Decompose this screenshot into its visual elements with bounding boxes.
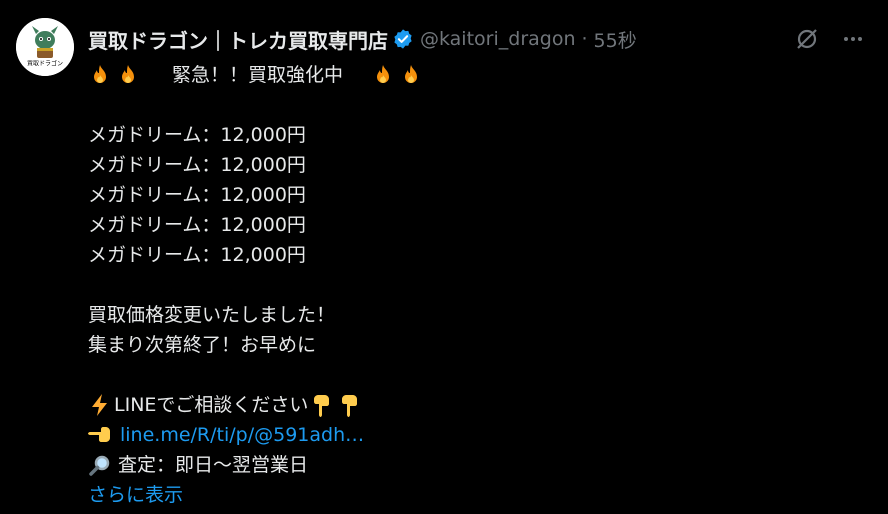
pointing-down-icon <box>314 395 330 417</box>
tweet-text: 緊急！！買取強化中 メガドリーム：12,000円 メガドリーム：12,000円 … <box>88 60 848 510</box>
assessment-line: 査定：即日〜翌営業日 <box>88 450 848 480</box>
lightning-icon <box>92 394 107 416</box>
more-icon[interactable] <box>838 24 868 54</box>
avatar[interactable]: 買取ドラゴン <box>16 18 74 76</box>
message-line: 集まり次第終了！お早めに <box>88 334 317 356</box>
price-item: メガドリーム：12,000円 <box>88 124 306 146</box>
headline: 緊急！！買取強化中 <box>172 64 344 86</box>
price-item: メガドリーム：12,000円 <box>88 154 306 176</box>
pointing-down-icon <box>342 395 358 417</box>
show-more-link[interactable]: さらに表示 <box>88 480 183 510</box>
tweet-header: 買取ドラゴン｜トレカ買取専門店 @kaitori_dragon · 55秒 <box>88 25 637 54</box>
pointing-right-icon <box>88 427 110 442</box>
price-item: メガドリーム：12,000円 <box>88 184 306 206</box>
grok-icon[interactable] <box>792 24 822 54</box>
price-item: メガドリーム：12,000円 <box>88 214 306 236</box>
line-cta: LINEでご相談ください <box>88 390 848 420</box>
show-more-line: さらに表示 <box>88 480 848 510</box>
headline-line: 緊急！！買取強化中 <box>88 60 848 90</box>
separator: · <box>581 28 588 50</box>
price-item: メガドリーム：12,000円 <box>88 244 306 266</box>
fire-icon <box>405 65 418 83</box>
tweet[interactable]: 買取ドラゴン 買取ドラゴン｜トレカ買取専門店 @kaitori_dragon ·… <box>0 0 888 514</box>
author-handle[interactable]: @kaitori_dragon <box>420 28 576 50</box>
message-line: 買取価格変更いたしました！ <box>88 304 336 326</box>
timestamp[interactable]: 55秒 <box>594 26 637 53</box>
verified-badge-icon <box>394 29 412 49</box>
magnifier-icon <box>89 455 110 476</box>
author-name[interactable]: 買取ドラゴン｜トレカ買取専門店 <box>88 25 388 54</box>
fire-icon <box>377 65 390 83</box>
fire-icon <box>94 65 106 83</box>
fire-icon <box>122 65 134 83</box>
line-link[interactable]: line.me/R/ti/p/@591adh… <box>120 420 364 450</box>
assessment-text: 査定：即日〜翌営業日 <box>118 454 309 476</box>
line-cta-text: LINEでご相談ください <box>114 394 309 416</box>
link-line: line.me/R/ti/p/@591adh… <box>88 420 848 450</box>
avatar-logo-text: 買取ドラゴン <box>27 60 63 68</box>
